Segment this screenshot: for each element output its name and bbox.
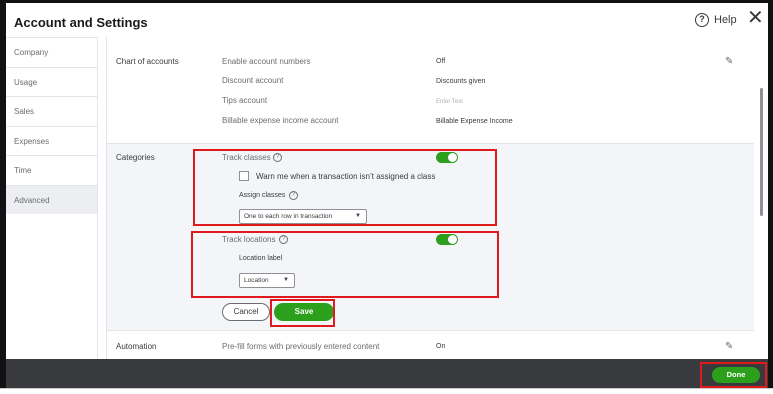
track-classes-highlight xyxy=(193,149,497,226)
sidebar-item-time[interactable]: Time xyxy=(6,155,97,185)
settings-window: Account and Settings ? Help ✕ Company Us… xyxy=(0,0,773,394)
tips-account-field[interactable]: Enter Text xyxy=(436,99,463,105)
sidebar-item-advanced[interactable]: Advanced xyxy=(6,184,97,214)
billable-expense-label: Billable expense income account xyxy=(222,116,339,125)
done-highlight xyxy=(700,362,767,388)
settings-sidebar: Company Usage Sales Expenses Time Advanc… xyxy=(6,37,98,359)
prefill-forms-value: On xyxy=(436,343,446,350)
enable-account-numbers-value: Off xyxy=(436,58,446,65)
sidebar-item-expenses[interactable]: Expenses xyxy=(6,125,97,156)
cancel-button[interactable]: Cancel xyxy=(222,303,270,321)
track-locations-highlight xyxy=(191,231,499,298)
sidebar-item-usage[interactable]: Usage xyxy=(6,66,97,97)
sidebar-item-company[interactable]: Company xyxy=(6,37,97,67)
sidebar-item-sales[interactable]: Sales xyxy=(6,96,97,126)
help-button[interactable]: ? Help xyxy=(695,13,737,27)
edit-chart-of-accounts-pencil-icon[interactable]: ✎ xyxy=(725,56,733,67)
discount-account-label: Discount account xyxy=(222,76,284,85)
window-right-edge xyxy=(768,0,773,388)
content-scrollbar[interactable] xyxy=(760,88,763,216)
discount-account-value: Discounts given xyxy=(436,78,486,85)
edit-automation-pencil-icon[interactable]: ✎ xyxy=(725,341,733,352)
bottom-strip xyxy=(0,388,773,394)
footer-bar: Done xyxy=(6,359,768,388)
prefill-forms-label: Pre-fill forms with previously entered c… xyxy=(222,342,380,351)
save-highlight xyxy=(270,299,335,327)
categories-label: Categories xyxy=(116,153,155,162)
billable-expense-value: Billable Expense Income xyxy=(436,118,513,125)
tips-account-label: Tips account xyxy=(222,96,268,105)
automation-label: Automation xyxy=(116,342,157,351)
enable-account-numbers-label: Enable account numbers xyxy=(222,57,311,66)
close-icon[interactable]: ✕ xyxy=(747,8,764,28)
chart-of-accounts-label: Chart of accounts xyxy=(116,57,179,66)
header: Account and Settings ? Help ✕ xyxy=(6,3,768,37)
page-title: Account and Settings xyxy=(14,15,148,30)
help-label: Help xyxy=(714,14,737,26)
help-icon: ? xyxy=(695,13,709,27)
